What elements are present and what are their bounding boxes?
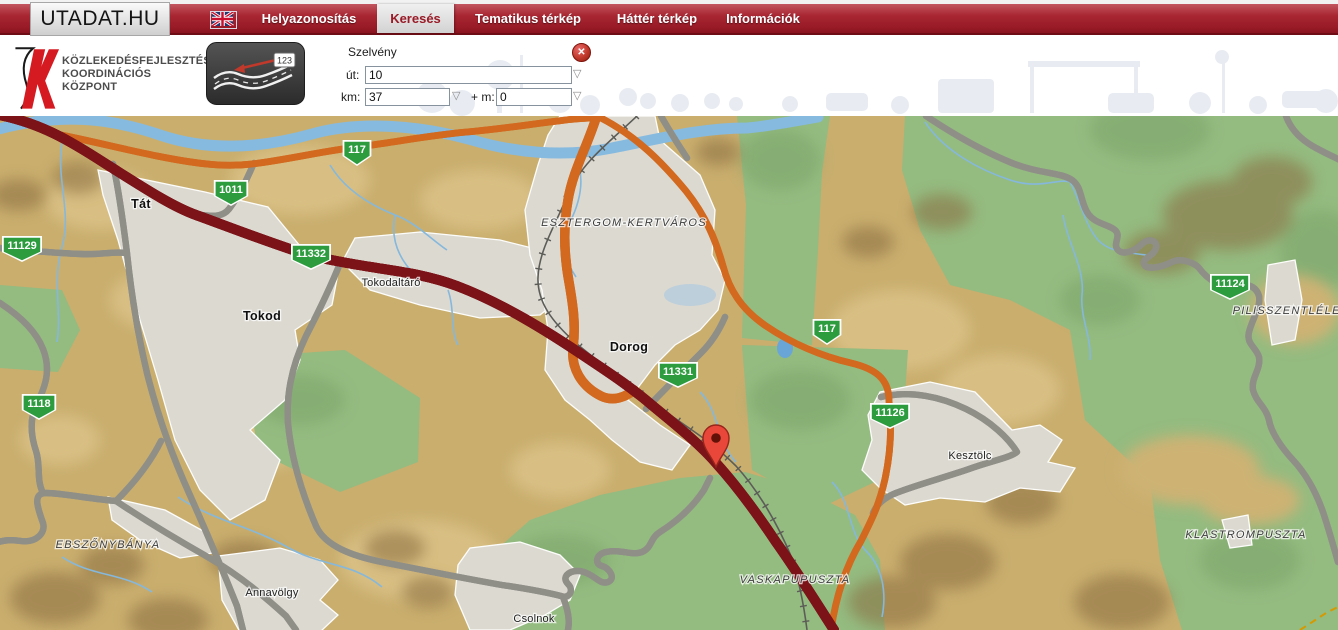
map-label-esztergom-kertv-ros: ESZTERGOM-KERTVÁROS <box>541 216 707 229</box>
map-svg: 117 1011 11129 11332 1118 11331 117 11126 11124 T… <box>0 116 1338 630</box>
tab-tematikus-terkep[interactable]: Tematikus térkép <box>468 4 588 33</box>
tab-hatter-terkep[interactable]: Háttér térkép <box>600 4 714 33</box>
km-input[interactable] <box>365 88 450 106</box>
map-label-annav-lgy: Annavölgy <box>245 587 298 599</box>
map-label-tokodalt-r-: Tokodaltáró <box>361 277 420 289</box>
map-label-ebsz-nyb-nya: EBSZŐNYBÁNYA <box>56 537 161 551</box>
tab-kereses[interactable]: Keresés <box>377 4 454 33</box>
pond-large <box>664 284 716 306</box>
kkk-logo <box>8 43 60 113</box>
language-flag-english[interactable] <box>210 11 237 29</box>
map-label-pilisszentl-lek: PILISSZENTLÉLEK <box>1233 304 1338 317</box>
road-badge-text: 11126 <box>875 407 904 419</box>
km-label: km: <box>341 90 360 104</box>
logo-line-1: KÖZLEKEDÉSFEJLESZTÉSI <box>62 55 214 68</box>
road-badge-text: 11332 <box>296 248 326 260</box>
panel-title: Szelvény <box>348 45 397 59</box>
tab-helyazonositas[interactable]: Helyazonosítás <box>250 4 368 33</box>
szelveny-panel: Szelvény ✕ út: ▽ km: ▽ + m: ▽ <box>335 43 597 111</box>
logo-text: KÖZLEKEDÉSFEJLESZTÉSI KOORDINÁCIÓS KÖZPO… <box>62 55 214 94</box>
site-title: UTADAT.HU <box>30 2 170 36</box>
road-button-sign-text: 123 <box>277 56 292 66</box>
ut-row: út: ▽ <box>335 66 597 84</box>
map-canvas[interactable]: 117 1011 11129 11332 1118 11331 117 11126 11124 T… <box>0 116 1338 630</box>
road-badge-text: 117 <box>818 323 836 335</box>
close-icon[interactable]: ✕ <box>572 43 591 62</box>
road-badge-text: 11124 <box>1215 278 1245 290</box>
logo-line-3: KÖZPONT <box>62 81 214 94</box>
ut-dropdown-icon[interactable]: ▽ <box>573 69 587 79</box>
road-badge-text: 1011 <box>219 184 243 196</box>
road-badge-text: 11129 <box>7 240 36 252</box>
utadat-app-window: UTADAT.HU Helyazonosítás Keresés Tematik… <box>0 0 1338 630</box>
map-label-tokod: Tokod <box>243 309 281 323</box>
m-dropdown-icon[interactable]: ▽ <box>573 91 587 101</box>
m-input[interactable] <box>496 88 572 106</box>
km-dropdown-icon[interactable]: ▽ <box>452 91 466 101</box>
map-label-dorog: Dorog <box>610 340 648 354</box>
road-section-tool-button[interactable]: 123 <box>206 42 305 105</box>
map-label-klastrompuszta: KLASTROMPUSZTA <box>1185 529 1306 541</box>
uk-flag-icon <box>211 12 234 26</box>
m-label: + m: <box>471 90 495 104</box>
ut-input[interactable] <box>365 66 572 84</box>
page-header: KÖZLEKEDÉSFEJLESZTÉSI KOORDINÁCIÓS KÖZPO… <box>0 35 1338 116</box>
map-label-t-t: Tát <box>131 197 151 211</box>
map-label-csolnok: Csolnok <box>513 613 554 625</box>
ut-label: út: <box>346 68 359 82</box>
road-badge-text: 11331 <box>663 366 693 378</box>
map-label-keszt-lc: Kesztölc <box>948 450 991 462</box>
road-section-icon: 123 <box>206 42 305 105</box>
road-badge-text: 1118 <box>27 398 50 410</box>
map-label-vaskapupuszta: VASKAPUPUSZTA <box>740 574 851 586</box>
tab-informaciok[interactable]: Információk <box>710 4 816 33</box>
km-row: km: ▽ + m: ▽ <box>335 88 597 106</box>
logo-line-2: KOORDINÁCIÓS <box>62 68 214 81</box>
road-badge-text: 117 <box>348 144 366 156</box>
